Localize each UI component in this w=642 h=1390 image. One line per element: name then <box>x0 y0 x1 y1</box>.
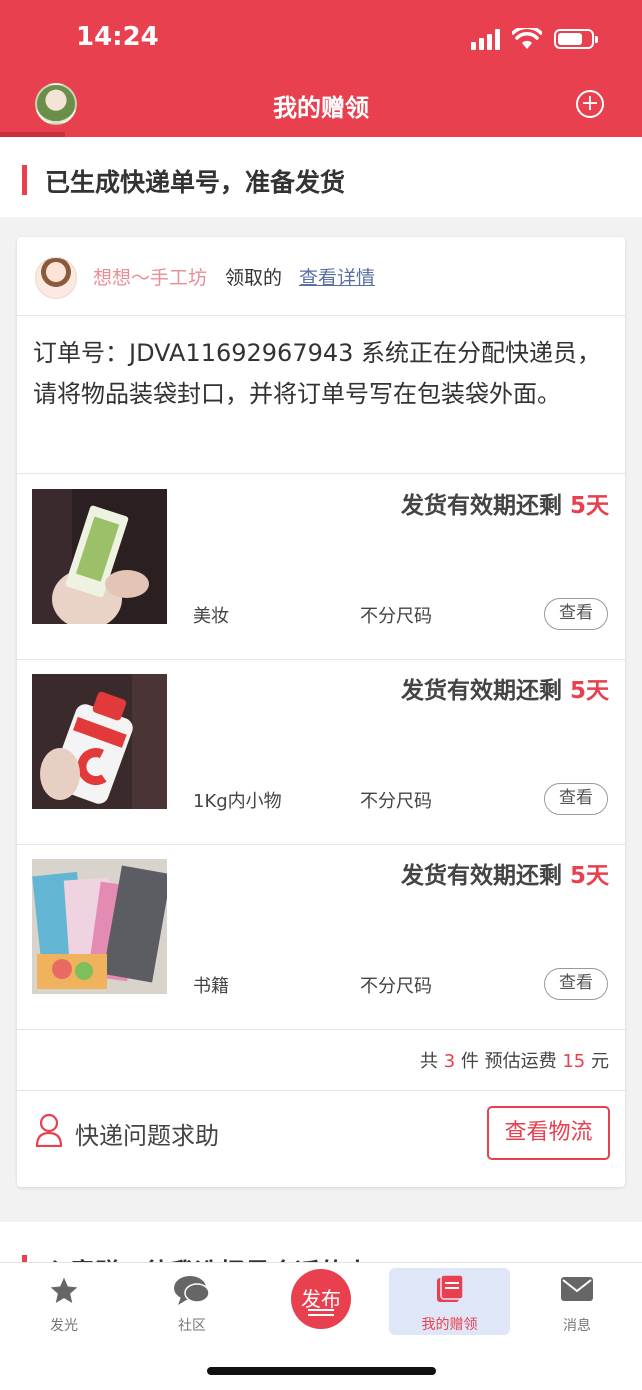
view-logistics-button[interactable]: 查看物流 <box>487 1106 610 1160</box>
user-name[interactable]: 想想～手工坊 <box>93 263 207 290</box>
app-header: 14:24 我的赠领 + <box>0 0 642 137</box>
tab-label: 我的赠领 <box>421 1317 478 1333</box>
view-button[interactable]: 查看 <box>544 598 608 630</box>
status-icons <box>471 24 598 54</box>
tab-label: 发光 <box>50 1318 78 1334</box>
divider <box>17 1090 625 1091</box>
list-item: 发货有效期还剩 5天 美妆 不分尺码 查看 <box>17 474 625 659</box>
deadline-prefix: 发货有效期还剩 <box>400 493 562 519</box>
list-item: 发货有效期还剩 5天 书籍 不分尺码 查看 <box>17 844 625 1029</box>
section-accent-bar <box>22 165 27 195</box>
deadline-days: 5天 <box>569 863 609 889</box>
card-header: 想想～手工坊 领取的 查看详情 <box>17 237 625 316</box>
deadline-text: 发货有效期还剩 5天 <box>401 671 609 705</box>
page-title: 我的赠领 <box>273 94 369 122</box>
tab-my-gifts[interactable]: 我的赠领 <box>389 1268 510 1335</box>
shipping-fee: 15 <box>562 1051 586 1072</box>
item-size: 不分尺码 <box>360 606 432 627</box>
home-indicator[interactable] <box>207 1367 436 1375</box>
item-category: 1Kg内小物 <box>193 791 282 812</box>
deadline-text: 发货有效期还剩 5天 <box>401 856 609 890</box>
star-icon <box>50 1277 78 1303</box>
product-image[interactable] <box>32 859 167 994</box>
chat-bubble-icon <box>174 1276 210 1305</box>
wifi-icon <box>512 28 542 49</box>
add-button[interactable]: + <box>576 90 604 118</box>
item-size: 不分尺码 <box>360 976 432 997</box>
item-category: 美妆 <box>193 606 229 627</box>
summary-prefix: 共 <box>419 1051 438 1072</box>
user-help-icon[interactable] <box>35 1113 63 1147</box>
claimed-label: 领取的 <box>225 267 283 289</box>
divider <box>17 1029 625 1030</box>
battery-icon <box>554 29 598 49</box>
gift-box-icon <box>436 1274 464 1302</box>
deadline-days: 5天 <box>569 493 609 519</box>
order-summary: 共 3 件 预估运费 15 元 <box>420 1047 609 1073</box>
deadline-prefix: 发货有效期还剩 <box>400 678 562 704</box>
summary-suffix: 元 <box>591 1051 609 1072</box>
publish-button[interactable]: 发布 <box>291 1269 351 1329</box>
item-size: 不分尺码 <box>360 791 432 812</box>
order-card: 想想～手工坊 领取的 查看详情 订单号：JDVA11692967943 系统正在… <box>17 237 625 1187</box>
menu-lines-icon <box>308 1309 334 1311</box>
mail-icon <box>561 1277 593 1301</box>
section-title: 已生成快递单号，准备发货 <box>45 168 346 197</box>
order-info-text: 订单号：JDVA11692967943 系统正在分配快递员，请将物品装袋封口，并… <box>33 339 602 408</box>
status-time: 14:24 <box>76 22 159 52</box>
list-item: 发货有效期还剩 5天 1Kg内小物 不分尺码 查看 <box>17 659 625 844</box>
tab-community[interactable]: 社区 <box>132 1263 252 1343</box>
tab-label: 社区 <box>178 1318 206 1334</box>
item-category: 书籍 <box>193 976 229 997</box>
signal-icon <box>471 28 500 50</box>
deadline-days: 5天 <box>569 678 609 704</box>
deadline-text: 发货有效期还剩 5天 <box>401 486 609 520</box>
product-image[interactable] <box>32 674 167 809</box>
express-help-link[interactable]: 快递问题求助 <box>75 1116 219 1151</box>
item-count: 3 <box>443 1051 456 1072</box>
view-button[interactable]: 查看 <box>544 783 608 815</box>
product-image[interactable] <box>32 489 167 624</box>
section-header: 已生成快递单号，准备发货 <box>0 137 642 217</box>
view-button[interactable]: 查看 <box>544 968 608 1000</box>
user-avatar[interactable] <box>35 257 77 299</box>
deadline-prefix: 发货有效期还剩 <box>400 863 562 889</box>
tab-label: 消息 <box>563 1318 591 1334</box>
tab-messages[interactable]: 消息 <box>517 1263 637 1343</box>
tab-glow[interactable]: 发光 <box>4 1263 124 1343</box>
view-detail-link[interactable]: 查看详情 <box>299 263 375 290</box>
summary-middle: 件 预估运费 <box>460 1051 557 1072</box>
publish-label: 发布 <box>301 1287 341 1311</box>
